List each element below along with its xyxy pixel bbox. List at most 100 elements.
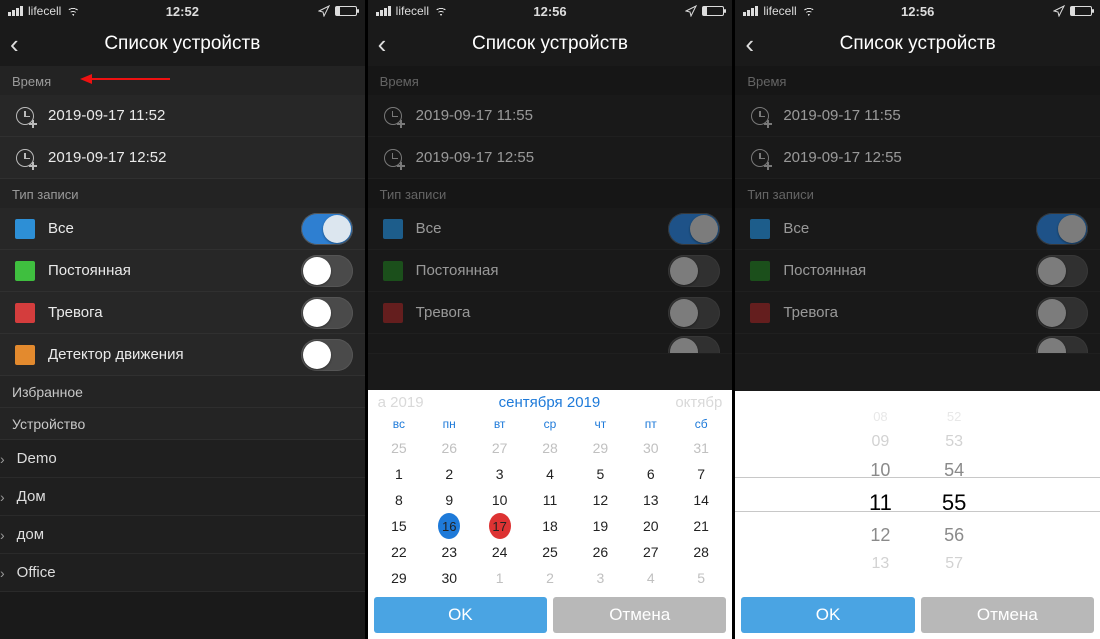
calendar-day[interactable]: 18 <box>525 513 575 539</box>
calendar-day[interactable]: 21 <box>676 513 726 539</box>
calendar-day[interactable]: 24 <box>474 539 524 565</box>
chevron-right-icon: › <box>0 565 5 581</box>
calendar-next-month[interactable]: октябр <box>675 394 722 411</box>
calendar-day[interactable]: 19 <box>575 513 625 539</box>
calendar-day[interactable]: 29 <box>575 435 625 461</box>
calendar-day[interactable]: 4 <box>525 461 575 487</box>
calendar-day[interactable]: 1 <box>474 565 524 591</box>
calendar-day[interactable]: 29 <box>374 565 424 591</box>
calendar-day-selected[interactable]: 16 <box>424 513 474 539</box>
calendar-day[interactable]: 30 <box>626 435 676 461</box>
calendar-day[interactable]: 28 <box>525 435 575 461</box>
calendar-day-today[interactable]: 17 <box>474 513 524 539</box>
calendar-day[interactable]: 27 <box>474 435 524 461</box>
calendar-day[interactable]: 26 <box>575 539 625 565</box>
location-icon <box>685 5 697 17</box>
type-alarm-toggle[interactable] <box>301 297 353 329</box>
type-all-toggle[interactable] <box>301 213 353 245</box>
calendar-day[interactable]: 23 <box>424 539 474 565</box>
screen-c: lifecell 12:56 ‹ Список устройств Время … <box>735 0 1100 639</box>
calendar-day[interactable]: 26 <box>424 435 474 461</box>
calendar-weekdays: вс пн вт ср чт пт сб <box>368 415 733 435</box>
carrier-label: lifecell <box>28 4 61 18</box>
calendar-day[interactable]: 15 <box>374 513 424 539</box>
hour-wheel[interactable]: 08 09 10 11 12 13 <box>869 409 892 573</box>
time-from-value: 2019-09-17 11:52 <box>48 107 353 124</box>
calendar-day[interactable]: 5 <box>575 461 625 487</box>
calendar-day[interactable]: 1 <box>374 461 424 487</box>
status-bar: lifecell 12:56 <box>735 0 1100 22</box>
calendar-day[interactable]: 14 <box>676 487 726 513</box>
clock-start-icon <box>16 107 34 125</box>
calendar-day[interactable]: 13 <box>626 487 676 513</box>
date-picker-sheet: а 2019 сентября 2019 октябр вс пн вт ср … <box>368 390 733 639</box>
calendar: а 2019 сентября 2019 октябр вс пн вт ср … <box>368 390 733 591</box>
time-to-value: 2019-09-17 12:52 <box>48 149 353 166</box>
calendar-day[interactable]: 25 <box>374 435 424 461</box>
section-devices-header[interactable]: Устройство <box>0 408 365 440</box>
device-row-dom[interactable]: ›Дом <box>0 478 365 516</box>
ok-button[interactable]: OK <box>374 597 547 633</box>
calendar-day[interactable]: 5 <box>676 565 726 591</box>
signal-icon <box>8 6 23 16</box>
device-row-office[interactable]: ›Office <box>0 554 365 592</box>
time-to-cell[interactable]: 2019-09-17 12:52 <box>0 137 365 179</box>
type-motion-toggle[interactable] <box>301 339 353 371</box>
device-row-dom2[interactable]: ›дом <box>0 516 365 554</box>
calendar-current-month: сентября 2019 <box>499 394 601 411</box>
calendar-day[interactable]: 6 <box>626 461 676 487</box>
back-button[interactable]: ‹ <box>378 29 387 60</box>
section-type-header: Тип записи <box>0 179 365 208</box>
calendar-day[interactable]: 3 <box>575 565 625 591</box>
back-button[interactable]: ‹ <box>10 29 19 60</box>
device-row-demo[interactable]: ›Demo <box>0 440 365 478</box>
modal-backdrop[interactable] <box>368 66 733 354</box>
section-time-header: Время <box>0 66 365 95</box>
page-title: Список устройств <box>472 33 628 55</box>
minute-wheel[interactable]: 52 53 54 55 56 57 <box>942 409 966 573</box>
signal-icon <box>376 6 391 16</box>
ok-button[interactable]: OK <box>741 597 914 633</box>
calendar-day[interactable]: 12 <box>575 487 625 513</box>
carrier-label: lifecell <box>763 4 796 18</box>
calendar-day[interactable]: 10 <box>474 487 524 513</box>
calendar-day[interactable]: 2 <box>525 565 575 591</box>
cancel-button[interactable]: Отмена <box>553 597 726 633</box>
type-color-swatch <box>15 261 35 281</box>
calendar-day[interactable]: 11 <box>525 487 575 513</box>
time-wheel[interactable]: 08 09 10 11 12 13 52 53 54 55 56 57 <box>735 391 1100 591</box>
type-color-swatch <box>15 303 35 323</box>
type-alarm-label: Тревога <box>48 304 301 321</box>
back-button[interactable]: ‹ <box>745 29 754 60</box>
type-color-swatch <box>15 219 35 239</box>
time-from-cell[interactable]: 2019-09-17 11:52 <box>0 95 365 137</box>
calendar-day[interactable]: 25 <box>525 539 575 565</box>
calendar-day[interactable]: 9 <box>424 487 474 513</box>
calendar-prev-month[interactable]: а 2019 <box>378 394 424 411</box>
nav-bar: ‹ Список устройств <box>368 22 733 66</box>
status-bar: lifecell 12:52 <box>0 0 365 22</box>
nav-bar: ‹ Список устройств <box>735 22 1100 66</box>
type-motion-label: Детектор движения <box>48 346 301 363</box>
hour-selected: 11 <box>869 490 892 516</box>
status-bar: lifecell 12:56 <box>368 0 733 22</box>
calendar-day[interactable]: 4 <box>626 565 676 591</box>
calendar-day[interactable]: 7 <box>676 461 726 487</box>
calendar-day[interactable]: 27 <box>626 539 676 565</box>
modal-backdrop[interactable] <box>735 66 1100 354</box>
calendar-day[interactable]: 22 <box>374 539 424 565</box>
calendar-day[interactable]: 8 <box>374 487 424 513</box>
calendar-day[interactable]: 30 <box>424 565 474 591</box>
calendar-day[interactable]: 28 <box>676 539 726 565</box>
screen-b: lifecell 12:56 ‹ Список устройств Время … <box>368 0 733 639</box>
location-icon <box>318 5 330 17</box>
calendar-day[interactable]: 3 <box>474 461 524 487</box>
type-continuous-toggle[interactable] <box>301 255 353 287</box>
calendar-day[interactable]: 31 <box>676 435 726 461</box>
calendar-day[interactable]: 2 <box>424 461 474 487</box>
battery-icon <box>335 6 357 16</box>
cancel-button[interactable]: Отмена <box>921 597 1094 633</box>
section-favorites-header[interactable]: Избранное <box>0 376 365 408</box>
calendar-grid[interactable]: 2526272829303112345678910111213141516171… <box>368 435 733 591</box>
calendar-day[interactable]: 20 <box>626 513 676 539</box>
